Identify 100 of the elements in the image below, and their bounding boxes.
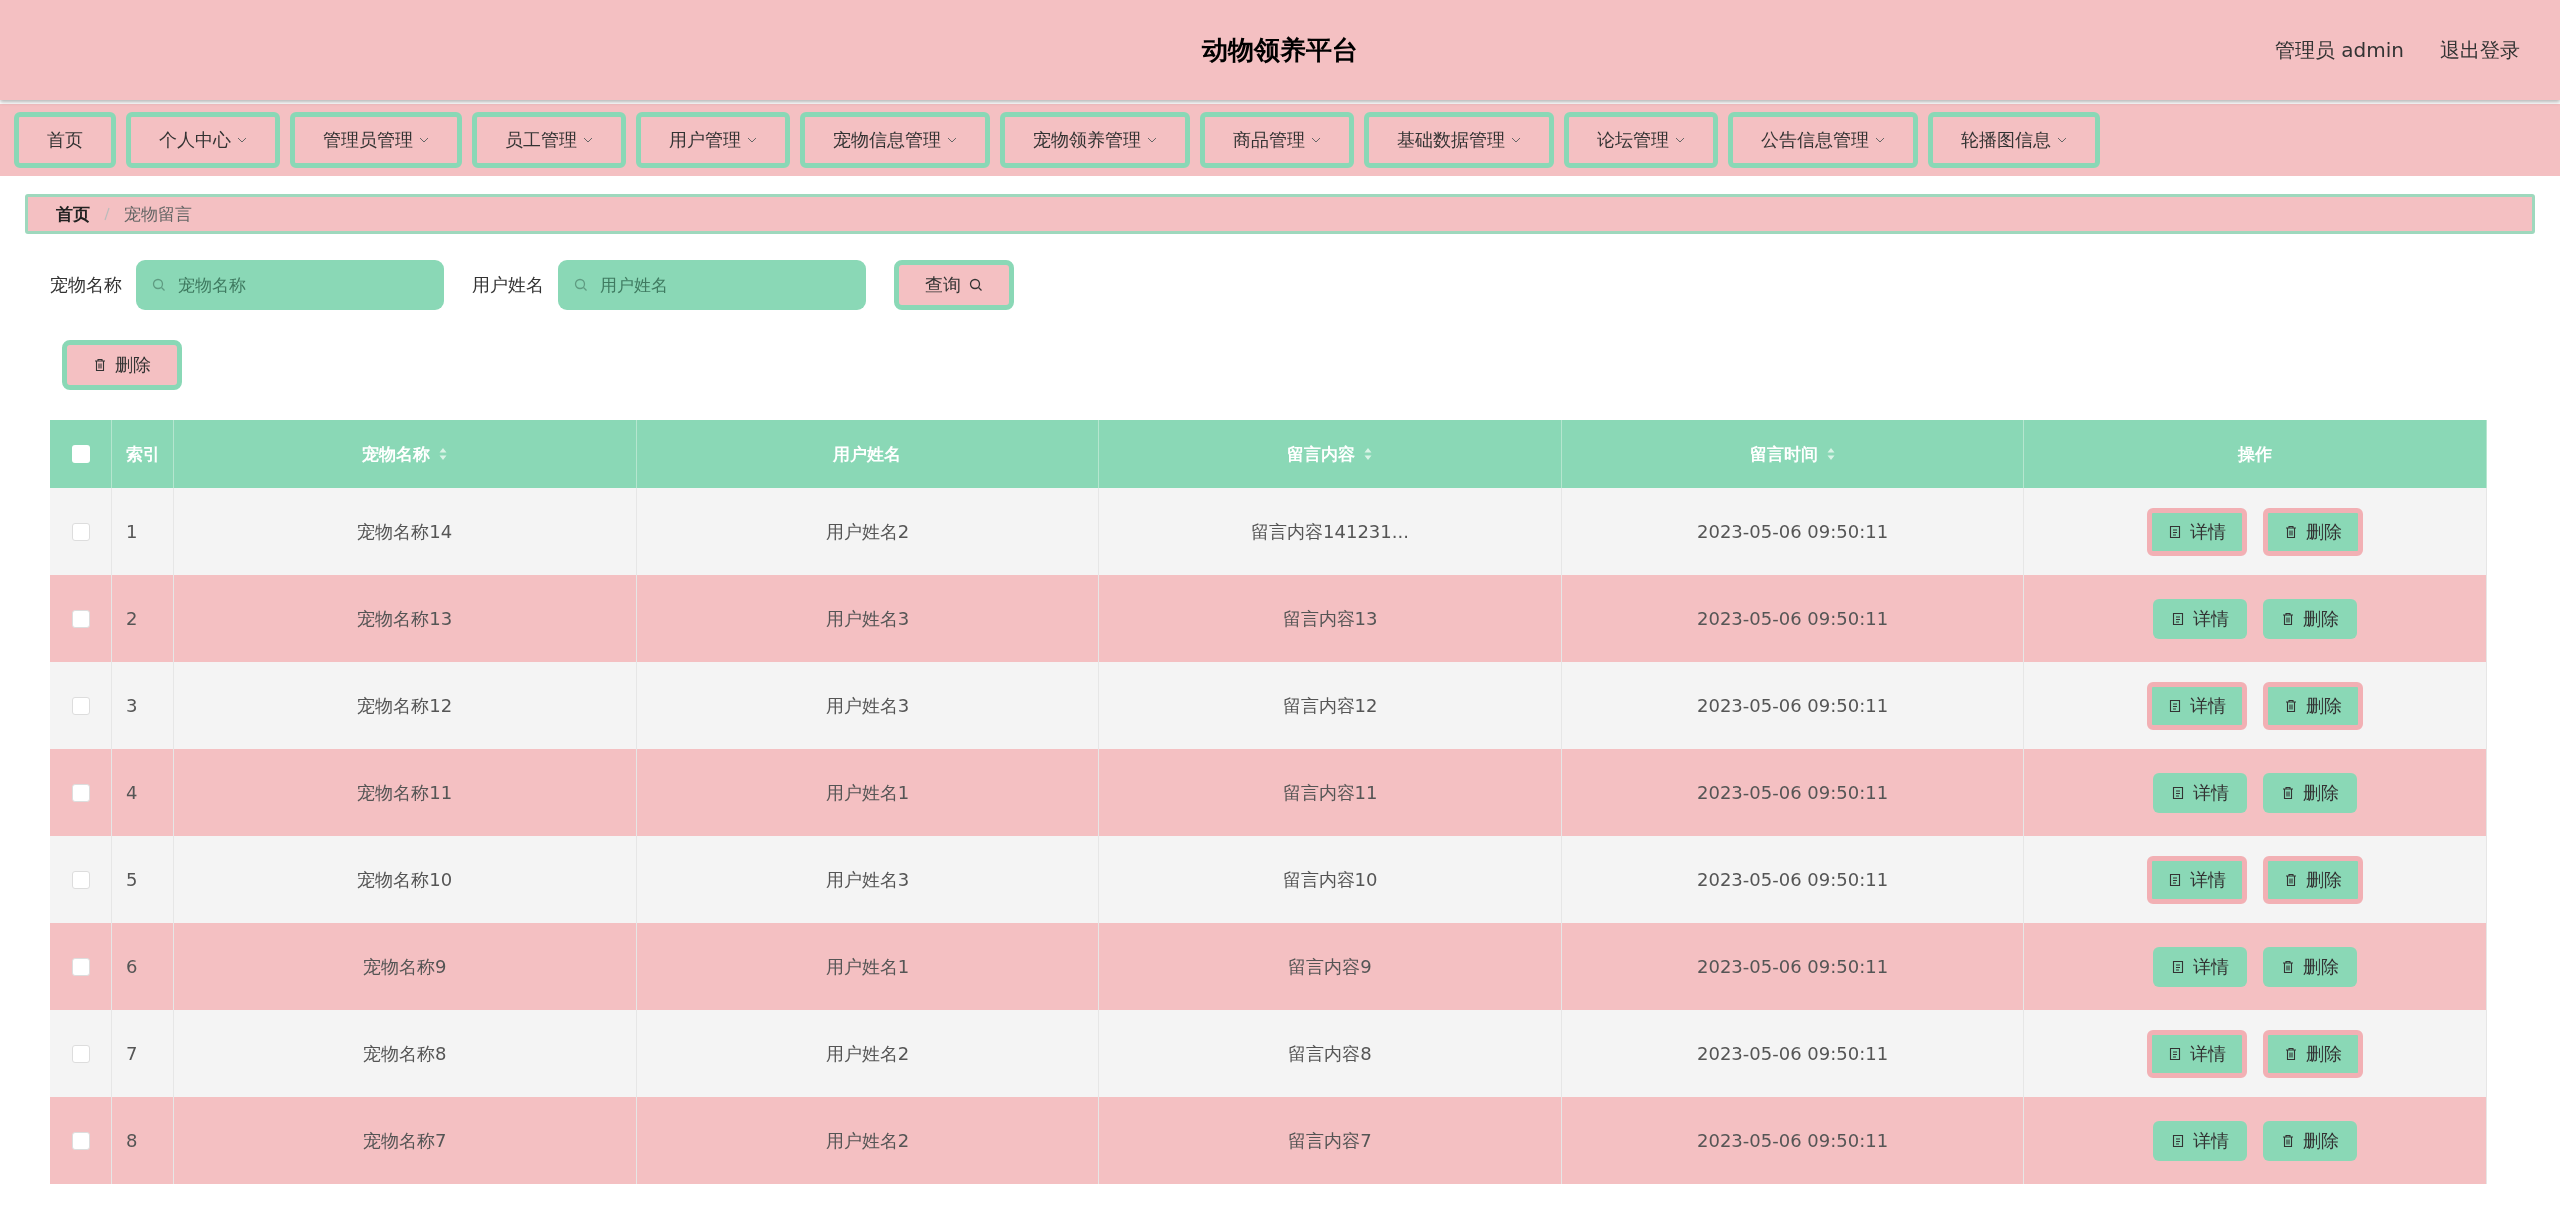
column-header: 宠物名称: [361, 442, 430, 466]
delete-row-button[interactable]: 删除: [2263, 507, 2364, 556]
table-cell: 宠物名称14: [357, 519, 453, 544]
delete-row-button[interactable]: 删除: [2263, 772, 2358, 813]
details-button[interactable]: 详情: [2147, 507, 2248, 556]
trash-icon: [2281, 959, 2296, 974]
delete-row-button[interactable]: 删除: [2263, 946, 2358, 987]
caret-icon: [237, 137, 247, 143]
table-cell: 宠物名称12: [357, 693, 453, 718]
delete-row-button[interactable]: 删除: [2263, 1029, 2364, 1078]
column-header: 操作: [2238, 442, 2273, 466]
details-button[interactable]: 详情: [2153, 772, 2248, 813]
row-checkbox[interactable]: [71, 783, 90, 802]
table-row[interactable]: 4 宠物名称11 用户姓名1 留言内容11 2023-05-06 09:50:11 详情 删除: [50, 749, 2487, 836]
delete-row-button[interactable]: 删除: [2263, 598, 2358, 639]
row-checkbox[interactable]: [71, 522, 90, 541]
table-cell: 留言内容141231...: [1251, 519, 1409, 544]
table-cell: 5: [126, 869, 138, 890]
table-cell: 8: [126, 1130, 138, 1151]
search-field[interactable]: 宠物名称: [136, 260, 444, 310]
table-row[interactable]: 7 宠物名称8 用户姓名2 留言内容8 2023-05-06 09:50:11 详情 删除: [50, 1010, 2487, 1097]
details-button[interactable]: 详情: [2153, 598, 2248, 639]
table-cell: 留言内容8: [1288, 1041, 1372, 1066]
nav-menu-item[interactable]: 宠物领养管理: [1000, 112, 1190, 168]
search-icon: [969, 278, 983, 292]
trash-icon: [2284, 698, 2299, 713]
nav-menu-item[interactable]: 员工管理: [472, 112, 626, 168]
delete-row-button[interactable]: 删除: [2263, 1120, 2358, 1161]
table-cell: 3: [126, 695, 138, 716]
details-button[interactable]: 详情: [2147, 855, 2248, 904]
table-cell: 留言内容7: [1288, 1128, 1372, 1153]
column-header: 索引: [126, 442, 160, 466]
table-cell: 留言内容11: [1282, 780, 1378, 805]
breadcrumb-item[interactable]: 首页: [56, 202, 90, 226]
caret-icon: [747, 137, 757, 143]
nav-menu-item[interactable]: 基础数据管理: [1364, 112, 1554, 168]
row-checkbox[interactable]: [71, 870, 90, 889]
delete-row-button[interactable]: 删除: [2263, 681, 2364, 730]
table-cell: 宠物名称7: [363, 1128, 447, 1153]
nav-menu-item[interactable]: 宠物信息管理: [800, 112, 990, 168]
row-checkbox[interactable]: [71, 1131, 90, 1150]
sort-icon[interactable]: [1363, 447, 1373, 461]
nav-menu-item[interactable]: 论坛管理: [1564, 112, 1718, 168]
breadcrumb-separator-icon: [104, 207, 110, 221]
table-cell: 留言内容12: [1282, 693, 1378, 718]
nav-menu-item[interactable]: 用户管理: [636, 112, 790, 168]
table-row[interactable]: 5 宠物名称10 用户姓名3 留言内容10 2023-05-06 09:50:11 详情 删除: [50, 836, 2487, 923]
column-header: 留言时间: [1749, 442, 1818, 466]
caret-icon: [1675, 137, 1685, 143]
table-row[interactable]: 6 宠物名称9 用户姓名1 留言内容9 2023-05-06 09:50:11 详情 删除: [50, 923, 2487, 1010]
table-row[interactable]: 1 宠物名称14 用户姓名2 留言内容141231... 2023-05-06 09:50:11 详情 删除: [50, 488, 2487, 575]
nav-menu-item[interactable]: 公告信息管理: [1728, 112, 1918, 168]
table-cell: 用户姓名3: [825, 867, 910, 892]
row-checkbox[interactable]: [71, 957, 90, 976]
trash-icon: [2284, 872, 2299, 887]
sort-icon[interactable]: [437, 447, 448, 461]
row-checkbox[interactable]: [71, 1044, 90, 1063]
field-label: 宠物名称: [50, 273, 122, 297]
details-button[interactable]: 详情: [2153, 1120, 2248, 1161]
row-checkbox[interactable]: [71, 696, 90, 715]
sort-icon[interactable]: [1825, 447, 1836, 461]
nav-menu-item[interactable]: 首页: [14, 112, 116, 168]
table-row[interactable]: 2 宠物名称13 用户姓名3 留言内容13 2023-05-06 09:50:11 详情 删除: [50, 575, 2487, 662]
select-all-checkbox[interactable]: [71, 445, 90, 463]
details-button[interactable]: 详情: [2147, 681, 2248, 730]
document-icon: [2171, 611, 2186, 626]
table-cell: 4: [126, 782, 138, 803]
table-cell: 用户姓名2: [825, 1128, 910, 1153]
details-button[interactable]: 详情: [2147, 1029, 2248, 1078]
table-row[interactable]: 3 宠物名称12 用户姓名3 留言内容12 2023-05-06 09:50:11 详情 删除: [50, 662, 2487, 749]
query-button[interactable]: 查询: [894, 260, 1014, 310]
table-cell: 2023-05-06 09:50:11: [1697, 695, 1889, 716]
row-checkbox[interactable]: [71, 609, 90, 628]
table-cell: 留言内容13: [1282, 606, 1378, 631]
table-row[interactable]: 8 宠物名称7 用户姓名2 留言内容7 2023-05-06 09:50:11 详情 删除: [50, 1097, 2487, 1184]
table-cell: 7: [126, 1043, 138, 1064]
nav-menu-item[interactable]: 轮播图信息: [1928, 112, 2100, 168]
caret-icon: [1311, 137, 1321, 143]
delete-button[interactable]: 删除: [62, 340, 182, 390]
delete-row-button[interactable]: 删除: [2263, 855, 2364, 904]
nav-menu-item[interactable]: 个人中心: [126, 112, 280, 168]
document-icon: [2171, 1133, 2186, 1148]
table-cell: 用户姓名3: [825, 693, 910, 718]
logout-link[interactable]: 退出登录: [2440, 36, 2520, 64]
table-cell: 留言内容9: [1288, 954, 1372, 979]
caret-icon: [2057, 137, 2067, 143]
search-field[interactable]: 用户姓名: [558, 260, 866, 310]
nav-menu-item[interactable]: 管理员管理: [290, 112, 462, 168]
details-button[interactable]: 详情: [2153, 946, 2248, 987]
table-cell: 用户姓名2: [825, 1041, 910, 1066]
caret-icon: [1875, 137, 1885, 143]
document-icon: [2168, 698, 2183, 713]
table-cell: 2023-05-06 09:50:11: [1697, 869, 1889, 890]
table-cell: 宠物名称11: [357, 780, 453, 805]
table-cell: 用户姓名1: [825, 954, 910, 979]
app-title: 动物领养平台: [1202, 33, 1358, 67]
table-cell: 2023-05-06 09:50:11: [1697, 608, 1889, 629]
document-icon: [2168, 1046, 2183, 1061]
document-icon: [2171, 785, 2186, 800]
nav-menu-item[interactable]: 商品管理: [1200, 112, 1354, 168]
